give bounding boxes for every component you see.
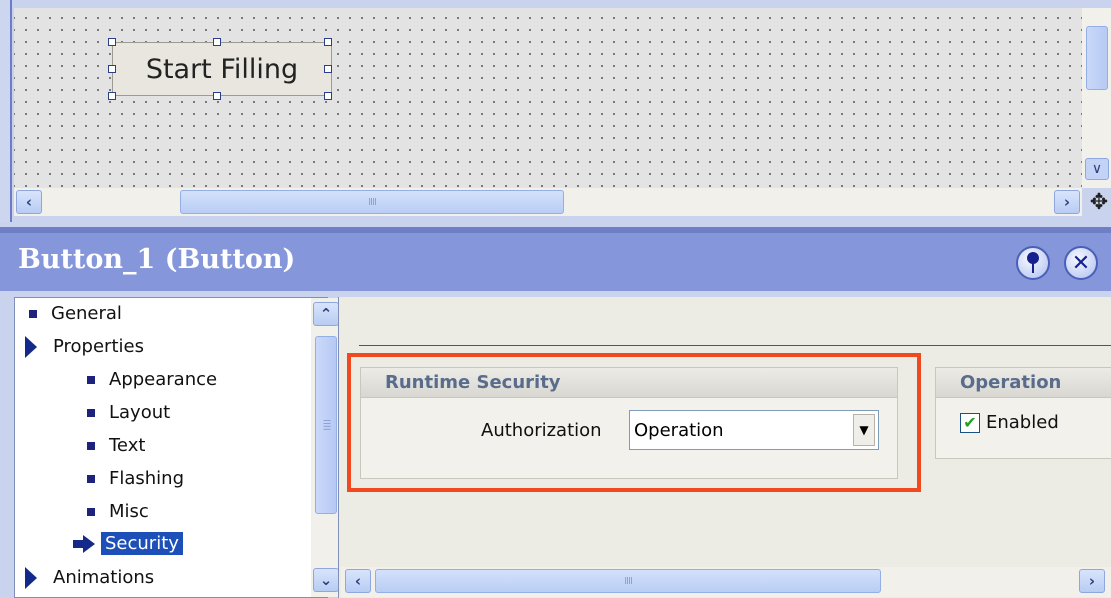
tree-scroll-thumb[interactable]: IIII (315, 336, 337, 514)
resize-handle-top-right[interactable] (324, 38, 332, 46)
authorization-dropdown[interactable]: Operation ▼ (629, 410, 879, 450)
resize-handle-left[interactable] (108, 65, 116, 73)
scroll-grip: IIII (624, 575, 633, 587)
tree-item-label: General (51, 303, 122, 324)
authorization-value: Operation (634, 419, 724, 441)
resize-handle-bottom-left[interactable] (108, 92, 116, 100)
scroll-down-icon[interactable]: ⌄ (313, 568, 339, 592)
bullet-icon (87, 441, 95, 450)
tree-item-label: Flashing (109, 468, 185, 489)
close-icon[interactable]: ✕ (1064, 246, 1098, 280)
canvas-button-label: Start Filling (145, 53, 299, 85)
editor-horizontal-scroll-thumb[interactable]: IIII (180, 190, 564, 214)
pin-glyph (1027, 252, 1039, 273)
scroll-down-icon[interactable]: ∨ (1085, 158, 1109, 180)
property-tree[interactable]: General Properties Appearance Layout Tex… (14, 297, 341, 598)
scroll-left-icon[interactable]: ‹ (345, 569, 371, 593)
resize-handle-bottom-right[interactable] (324, 92, 332, 100)
enabled-label: Enabled (986, 412, 1059, 433)
property-scroll-thumb[interactable]: IIII (375, 569, 881, 593)
editor-horizontal-scrollbar[interactable]: ‹ IIII › (14, 188, 1082, 216)
property-horizontal-scrollbar[interactable]: ‹ IIII › (341, 567, 1111, 597)
resize-handle-right[interactable] (324, 65, 332, 73)
bullet-icon (29, 309, 37, 318)
tree-item-general[interactable]: General (29, 298, 122, 329)
separator-line (359, 345, 1111, 346)
tree-item-security[interactable]: Security (73, 528, 183, 559)
bullet-icon (87, 474, 95, 483)
tree-item-label: Appearance (109, 369, 218, 390)
property-page: Runtime Security Authorization Operation… (338, 297, 1111, 598)
tree-item-layout[interactable]: Layout (87, 397, 170, 428)
editor-vertical-scroll-thumb[interactable] (1086, 26, 1108, 90)
arrow-pointer-icon (73, 534, 95, 553)
scroll-right-icon[interactable]: › (1079, 569, 1105, 593)
scroll-grip: IIII (368, 196, 377, 208)
editor-left-border (0, 0, 12, 222)
canvas-button-start-filling[interactable]: Start Filling (112, 42, 332, 96)
tree-item-label: Misc (109, 501, 149, 522)
tree-item-flashing[interactable]: Flashing (87, 463, 184, 494)
runtime-security-group: Runtime Security Authorization Operation… (360, 367, 898, 479)
scroll-left-icon[interactable]: ‹ (16, 190, 42, 214)
tree-vertical-scrollbar[interactable]: ⌃ IIII ⌄ (311, 298, 341, 597)
inspector-header: Button_1 (Button) ✕ (0, 233, 1111, 291)
pin-icon[interactable] (1016, 246, 1050, 280)
bullet-icon (87, 408, 95, 417)
tree-item-text[interactable]: Text (87, 430, 145, 461)
screen-editor: Start Filling ∨ ‹ IIII › ✥ (0, 0, 1111, 222)
resize-handle-top-left[interactable] (108, 38, 116, 46)
resize-handle-bottom[interactable] (213, 92, 221, 100)
enabled-checkbox-row[interactable]: ✔ Enabled (960, 412, 1059, 433)
resize-handle-top[interactable] (213, 38, 221, 46)
tree-item-label: Layout (109, 402, 171, 423)
scroll-right-icon[interactable]: › (1054, 190, 1080, 214)
bullet-icon (87, 507, 95, 516)
tree-item-animations[interactable]: Animations (25, 562, 154, 593)
chevron-down-icon[interactable]: ▼ (853, 414, 875, 446)
expand-triangle-icon[interactable] (25, 335, 37, 358)
scroll-up-icon[interactable]: ⌃ (313, 302, 339, 326)
scroll-grip: IIII (320, 419, 332, 431)
bullet-icon (87, 375, 95, 384)
move-icon[interactable]: ✥ (1087, 190, 1111, 215)
inspector-title: Button_1 (Button) (18, 244, 296, 275)
operation-group: Operation ✔ Enabled (935, 367, 1111, 459)
group-title: Operation (936, 368, 1111, 398)
group-title: Runtime Security (361, 368, 897, 398)
tree-item-label: Security (101, 532, 183, 555)
authorization-label: Authorization (481, 420, 602, 441)
tree-item-appearance[interactable]: Appearance (87, 364, 217, 395)
enabled-checkbox[interactable]: ✔ (960, 412, 980, 433)
tree-item-label: Animations (53, 567, 155, 588)
screen-canvas[interactable]: Start Filling (14, 8, 1082, 188)
expand-triangle-icon[interactable] (25, 566, 37, 589)
tree-item-misc[interactable]: Misc (87, 496, 149, 527)
tree-item-label: Text (109, 435, 146, 456)
tree-item-properties[interactable]: Properties (25, 331, 144, 362)
tree-item-label: Properties (53, 336, 144, 357)
